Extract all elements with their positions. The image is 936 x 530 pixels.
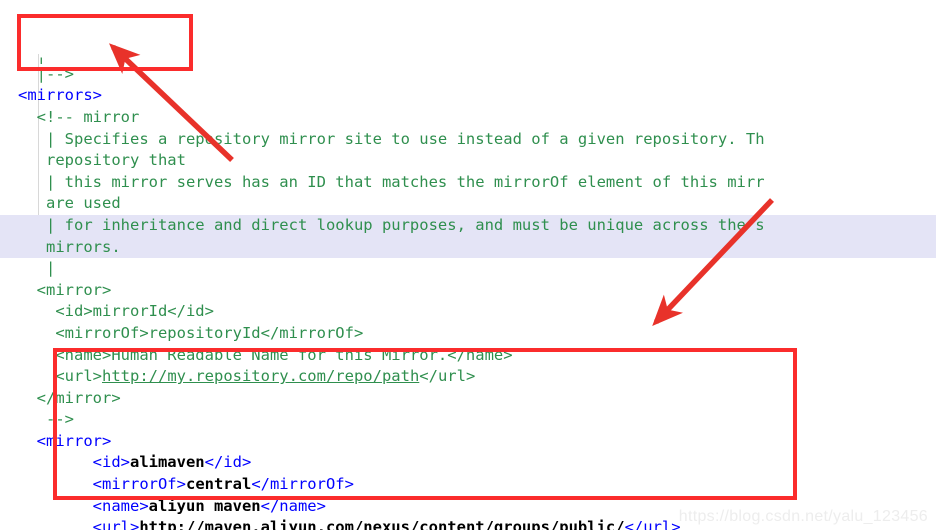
code-token-comment: <!-- mirror — [18, 107, 140, 126]
watermark-text: https://blog.csdn.net/yalu_123456 — [678, 508, 928, 525]
code-token-val: http://maven.aliyun.com/nexus/content/gr… — [139, 518, 625, 530]
code-token-tag: <mirrors> — [18, 86, 102, 105]
mirrors-open-tag-highlight — [17, 14, 193, 71]
code-token-comment: | — [18, 259, 56, 278]
code-token-comment: are used — [18, 194, 121, 213]
code-line[interactable]: | this mirror serves has an ID that matc… — [0, 172, 936, 194]
code-token-comment: repository that — [18, 151, 186, 170]
code-line[interactable]: | Specifies a repository mirror site to … — [0, 129, 936, 151]
code-editor-screenshot: | |--> <mirrors> <!-- mirror | Specifies … — [0, 0, 936, 530]
code-token-tag: </url> — [624, 518, 681, 530]
code-line[interactable]: | — [0, 258, 936, 280]
code-token-comment: | for inheritance and direct lookup purp… — [18, 215, 765, 234]
code-line[interactable]: are used — [0, 193, 936, 215]
code-line[interactable]: <mirrorOf>repositoryId</mirrorOf> — [0, 323, 936, 345]
code-line[interactable]: mirrors. — [0, 236, 936, 259]
code-line[interactable]: <mirrors> — [0, 85, 936, 107]
code-line[interactable]: <id>mirrorId</id> — [0, 301, 936, 323]
code-token-comment: <mirrorOf>repositoryId</mirrorOf> — [18, 323, 364, 342]
code-token-comment: | this mirror serves has an ID that matc… — [18, 172, 765, 191]
code-token-comment: mirrors. — [18, 237, 121, 256]
code-line[interactable]: repository that — [0, 150, 936, 172]
code-line[interactable]: <!-- mirror — [0, 107, 936, 129]
active-mirror-block-highlight — [53, 348, 797, 500]
code-token-tag: <url> — [18, 518, 140, 530]
code-line[interactable]: | for inheritance and direct lookup purp… — [0, 214, 936, 237]
code-line[interactable]: <mirror> — [0, 280, 936, 302]
code-token-comment: <mirror> — [18, 280, 112, 299]
code-token-comment: | Specifies a repository mirror site to … — [18, 129, 765, 148]
code-token-comment: <id>mirrorId</id> — [18, 302, 214, 321]
